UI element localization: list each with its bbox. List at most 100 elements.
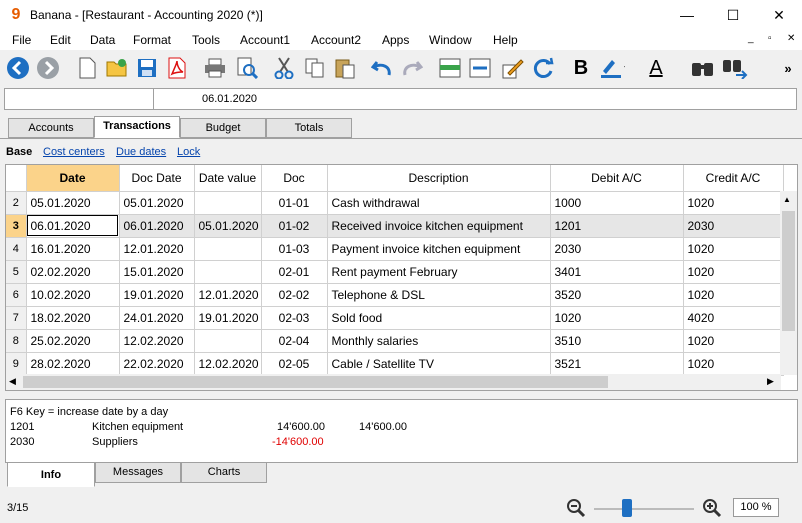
zoom-level-field[interactable]: 100 % <box>733 498 779 517</box>
paste-icon[interactable] <box>332 55 358 81</box>
table-cell[interactable]: 02.02.2020 <box>26 260 120 284</box>
view-base[interactable]: Base <box>6 146 32 158</box>
table-cell[interactable]: 05.01.2020 <box>194 214 262 238</box>
column-header[interactable]: Date <box>26 165 120 192</box>
table-cell[interactable]: 02-03 <box>261 306 328 330</box>
highlight-icon[interactable] <box>599 55 625 81</box>
table-cell[interactable]: 1000 <box>550 191 684 215</box>
tab-messages[interactable]: Messages <box>95 463 181 483</box>
maximize-button[interactable]: ☐ <box>710 0 756 30</box>
column-header[interactable]: Description <box>327 165 551 192</box>
scroll-up-icon[interactable]: ▲ <box>783 195 791 204</box>
table-cell[interactable]: 28.02.2020 <box>26 352 120 376</box>
font-color-button[interactable]: A <box>643 55 669 81</box>
table-cell[interactable]: 3401 <box>550 260 684 284</box>
scroll-right-icon[interactable]: ▶ <box>767 376 774 387</box>
mdi-restore-button[interactable]: ▫ <box>768 33 772 44</box>
view-due-dates[interactable]: Due dates <box>116 146 166 158</box>
toolbar-overflow-button[interactable]: » <box>775 55 801 81</box>
table-row[interactable]: 8 25.02.2020 12.02.2020 02-04 Monthly salari… <box>6 329 784 353</box>
table-cell[interactable]: 4020 <box>683 306 784 330</box>
table-cell[interactable]: Payment invoice kitchen equipment <box>327 237 551 261</box>
menu-file[interactable]: File <box>12 33 31 47</box>
table-cell[interactable]: 12.01.2020 <box>194 283 262 307</box>
table-cell[interactable]: 25.02.2020 <box>26 329 120 353</box>
vertical-scroll-thumb[interactable] <box>782 211 795 331</box>
delete-rows-icon[interactable] <box>467 55 493 81</box>
table-cell[interactable]: 2030 <box>683 214 784 238</box>
table-cell[interactable]: 22.02.2020 <box>119 352 195 376</box>
table-cell[interactable]: 1020 <box>683 352 784 376</box>
table-cell[interactable]: 19.01.2020 <box>119 283 195 307</box>
table-cell[interactable]: Received invoice kitchen equipment <box>327 214 551 238</box>
menu-tools[interactable]: Tools <box>192 33 220 47</box>
edit-icon[interactable] <box>500 55 526 81</box>
horizontal-scrollbar[interactable]: ◀ ▶ <box>6 374 781 390</box>
table-cell[interactable]: 1020 <box>683 191 784 215</box>
view-lock[interactable]: Lock <box>177 146 200 158</box>
cell-value-input[interactable]: 06.01.2020 <box>202 93 257 105</box>
table-cell[interactable]: 18.02.2020 <box>26 306 120 330</box>
table-cell[interactable]: 1201 <box>550 214 684 238</box>
table-cell[interactable]: 12.01.2020 <box>119 237 195 261</box>
table-cell[interactable]: 1020 <box>683 329 784 353</box>
menu-help[interactable]: Help <box>493 33 518 47</box>
table-cell[interactable]: Telephone & DSL <box>327 283 551 307</box>
table-cell[interactable]: 3510 <box>550 329 684 353</box>
table-cell[interactable]: 12.02.2020 <box>119 329 195 353</box>
table-cell[interactable]: Rent payment February <box>327 260 551 284</box>
table-cell[interactable]: Cable / Satellite TV <box>327 352 551 376</box>
find-next-icon[interactable] <box>722 55 748 81</box>
save-icon[interactable] <box>134 55 160 81</box>
table-cell[interactable]: Monthly salaries <box>327 329 551 353</box>
table-cell[interactable]: 15.01.2020 <box>119 260 195 284</box>
table-row[interactable]: 7 18.02.2020 24.01.2020 19.01.2020 02-03 Sold… <box>6 306 784 330</box>
pdf-icon[interactable] <box>164 55 190 81</box>
table-cell[interactable]: 2030 <box>550 237 684 261</box>
copy-icon[interactable] <box>302 55 328 81</box>
table-cell[interactable]: Sold food <box>327 306 551 330</box>
table-row[interactable]: 6 10.02.2020 19.01.2020 12.01.2020 02-02 Tele… <box>6 283 784 307</box>
menu-edit[interactable]: Edit <box>50 33 71 47</box>
column-header[interactable]: Doc Date <box>119 165 195 192</box>
table-cell[interactable] <box>194 329 262 353</box>
table-cell[interactable]: 3521 <box>550 352 684 376</box>
tab-charts[interactable]: Charts <box>181 463 267 483</box>
scroll-left-icon[interactable]: ◀ <box>9 376 16 387</box>
find-icon[interactable] <box>690 55 716 81</box>
table-cell[interactable]: 1020 <box>683 237 784 261</box>
mdi-minimize-button[interactable]: _ <box>748 33 754 44</box>
table-cell[interactable]: 05.01.2020 <box>119 191 195 215</box>
insert-rows-icon[interactable] <box>437 55 463 81</box>
menu-data[interactable]: Data <box>90 33 115 47</box>
print-preview-icon[interactable] <box>234 55 260 81</box>
table-row[interactable]: 9 28.02.2020 22.02.2020 12.02.2020 02-05 Cabl… <box>6 352 784 376</box>
menu-window[interactable]: Window <box>429 33 472 47</box>
redo-icon[interactable] <box>399 55 425 81</box>
table-cell[interactable]: 06.01.2020 <box>26 214 120 238</box>
table-cell[interactable]: 01-03 <box>261 237 328 261</box>
tab-budget[interactable]: Budget <box>180 118 266 138</box>
new-icon[interactable] <box>74 55 100 81</box>
zoom-slider-thumb[interactable] <box>622 499 633 517</box>
menu-account1[interactable]: Account1 <box>240 33 290 47</box>
zoom-slider-track[interactable] <box>594 508 694 510</box>
table-cell[interactable]: 02-02 <box>261 283 328 307</box>
print-icon[interactable] <box>202 55 228 81</box>
table-cell[interactable]: 12.02.2020 <box>194 352 262 376</box>
table-cell[interactable]: 02-05 <box>261 352 328 376</box>
table-row[interactable]: 5 02.02.2020 15.01.2020 02-01 Rent payment F… <box>6 260 784 284</box>
table-cell[interactable]: 24.01.2020 <box>119 306 195 330</box>
horizontal-scroll-thumb[interactable] <box>23 376 608 388</box>
table-cell[interactable]: 05.01.2020 <box>26 191 120 215</box>
table-cell[interactable]: 02-04 <box>261 329 328 353</box>
table-cell[interactable]: 10.02.2020 <box>26 283 120 307</box>
table-cell[interactable]: 1020 <box>683 283 784 307</box>
zoom-out-icon[interactable] <box>566 498 586 521</box>
table-cell[interactable]: 1020 <box>683 260 784 284</box>
tab-totals[interactable]: Totals <box>266 118 352 138</box>
table-row[interactable]: 4 16.01.2020 12.01.2020 01-03 Payment invoic… <box>6 237 784 261</box>
tab-transactions[interactable]: Transactions <box>94 116 180 138</box>
table-cell[interactable]: 01-02 <box>261 214 328 238</box>
column-header[interactable]: Doc <box>261 165 328 192</box>
